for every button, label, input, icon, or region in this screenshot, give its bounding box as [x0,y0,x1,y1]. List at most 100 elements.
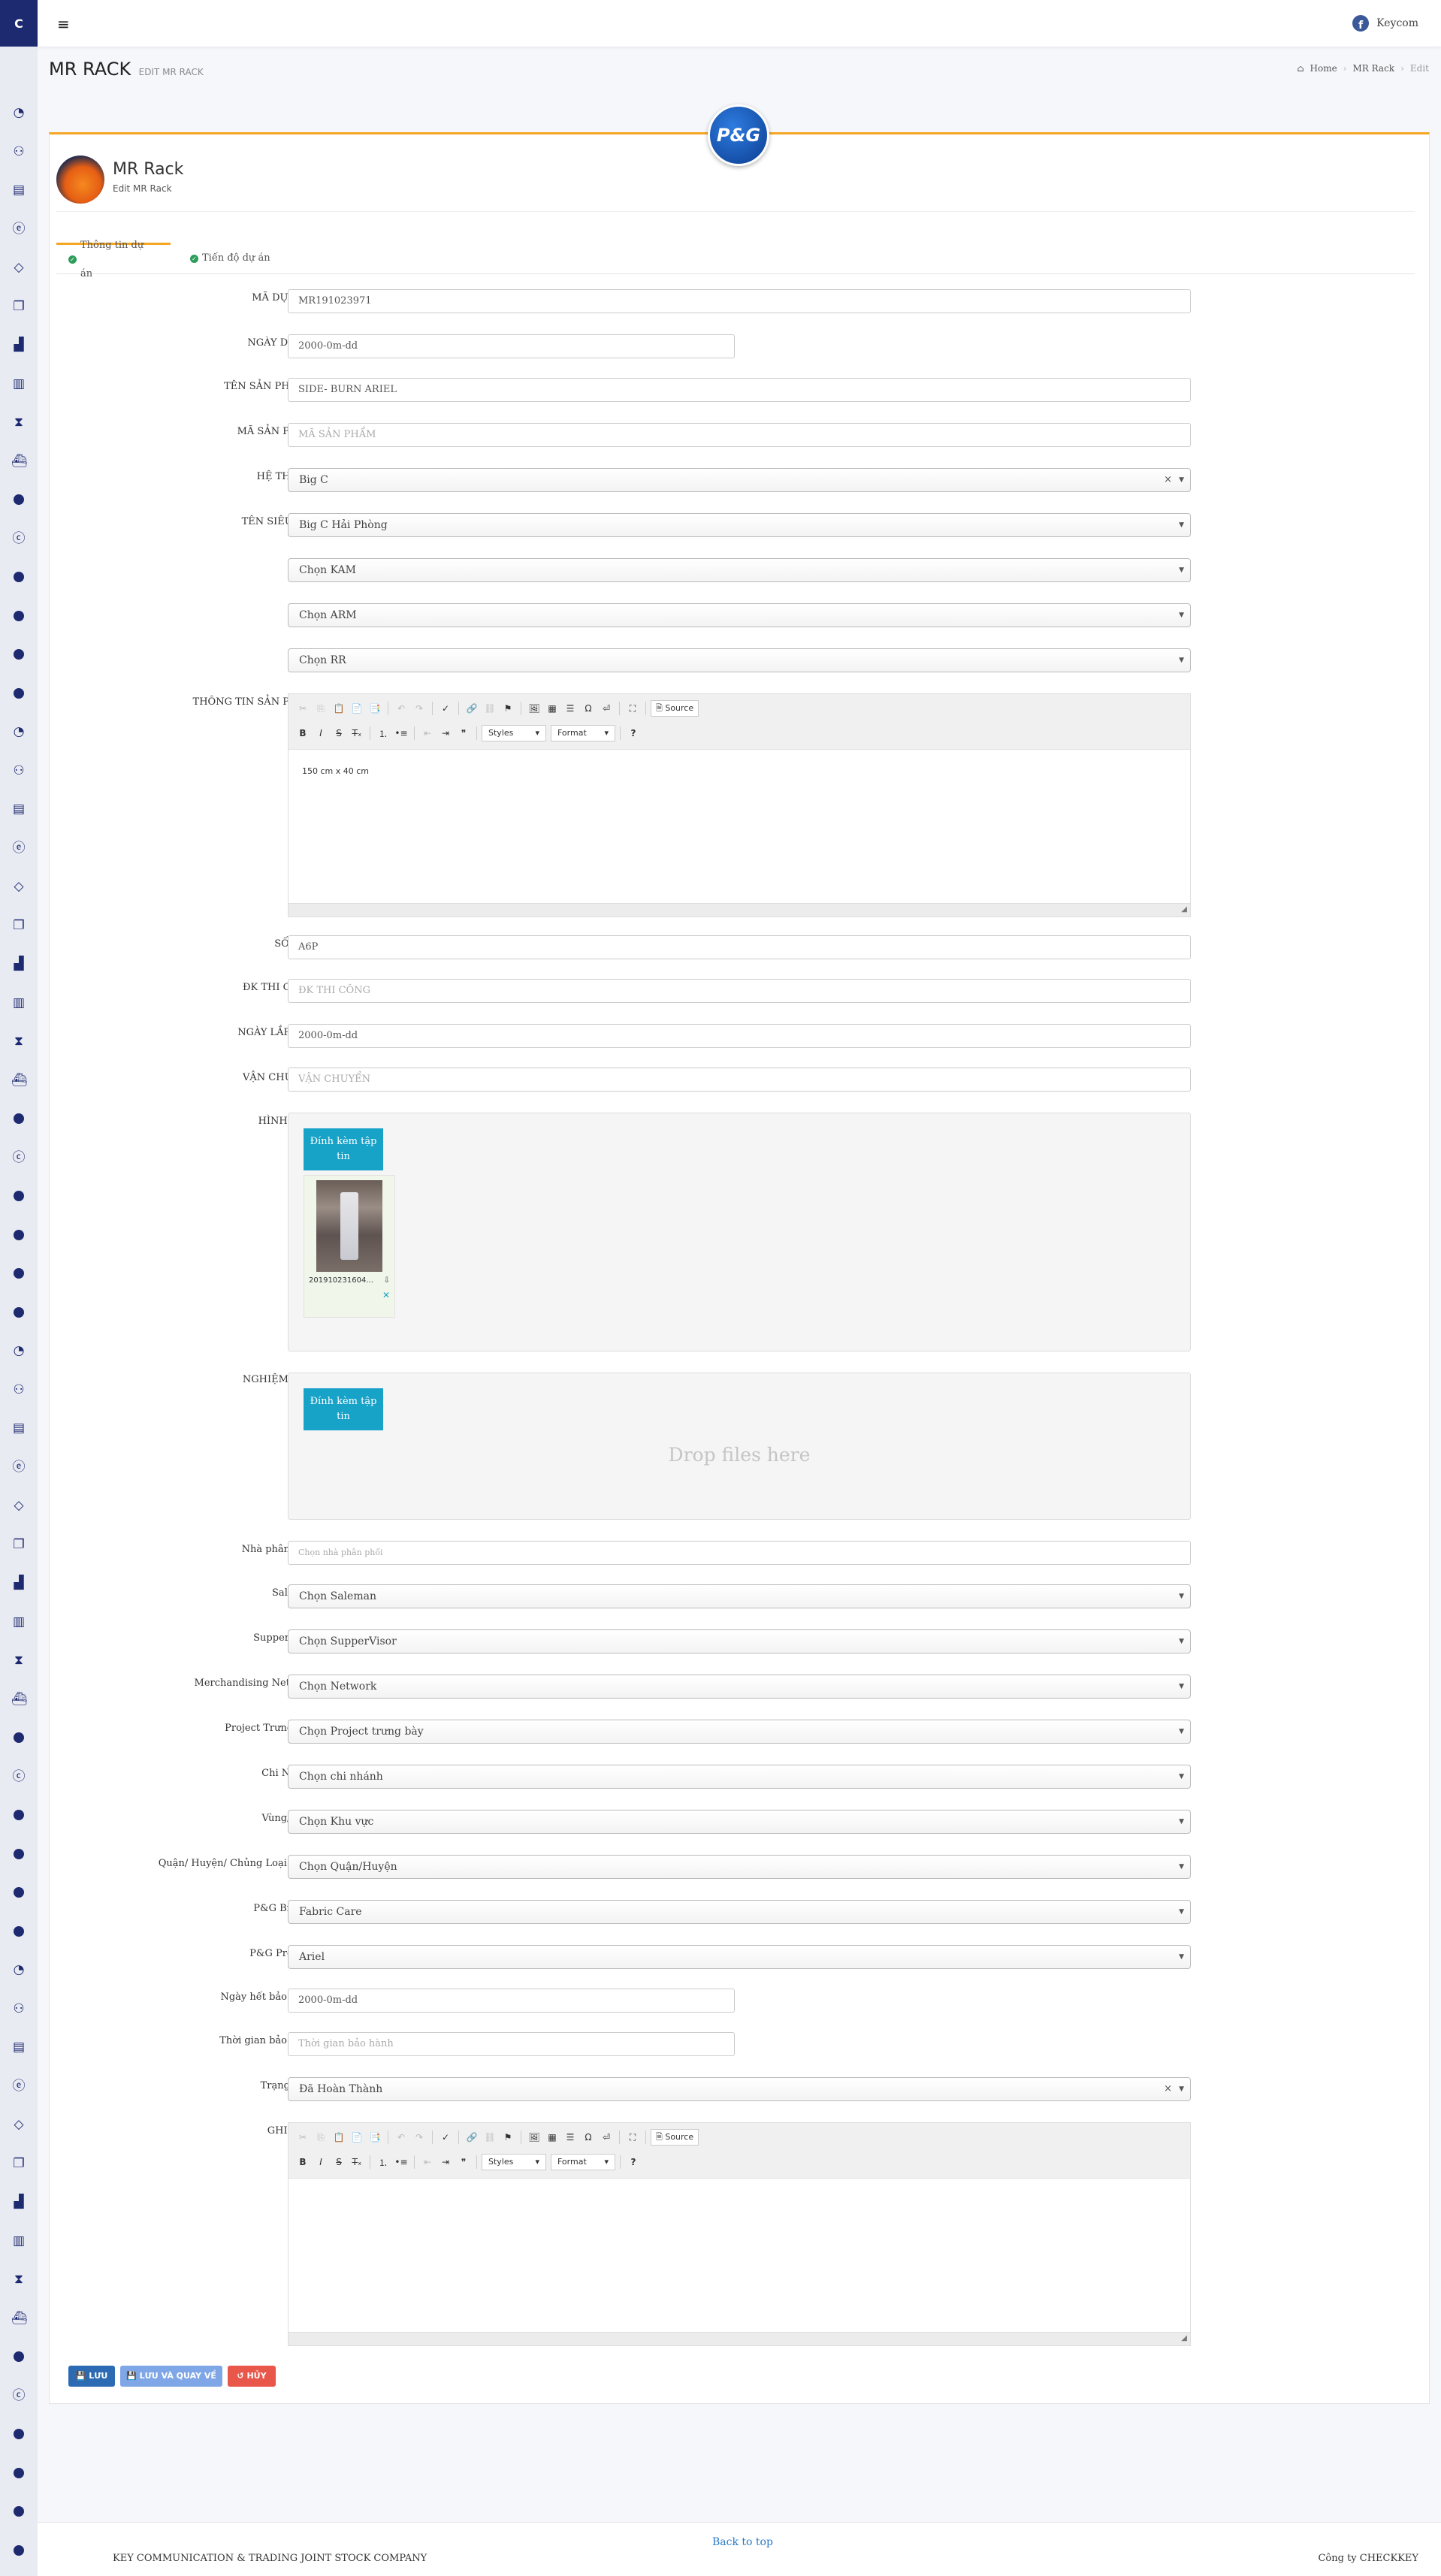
users-icon[interactable]: ⚇ [11,2001,26,2016]
circle-icon[interactable] [11,2543,26,2558]
so-po-input[interactable]: A6P [288,935,1191,959]
ngay-lap-dat-input[interactable]: 2000-0m-dd [288,1024,1191,1048]
ship-icon[interactable]: ⛴ [11,1692,28,1707]
map-icon[interactable]: ▥ [11,1614,26,1629]
clear-icon[interactable]: × [1164,469,1172,491]
outdent-icon[interactable]: ⇤ [419,725,436,741]
anchor-icon[interactable]: ⚑ [500,2129,516,2146]
circle-icon[interactable] [11,492,26,507]
breadcrumb-home[interactable]: Home [1310,63,1337,74]
copy-icon[interactable]: ⎘ [313,700,329,717]
circle-icon[interactable] [11,2466,26,2481]
help-icon[interactable]: ? [625,2154,642,2170]
indent-icon[interactable]: ⇥ [437,2154,454,2170]
attach-file-button[interactable]: Đính kèm tập tin [304,1388,383,1430]
save-and-back-button[interactable]: 💾 Lưu và quay về [120,2366,222,2387]
paste-text-icon[interactable]: 📄 [349,700,365,717]
user-menu[interactable]: f Keycom [1352,15,1418,32]
circle-icon[interactable] [11,1266,26,1281]
thong-tin-san-pham-editor[interactable]: ✂ ⎘ 📋 📄 📑 ↶ ↷ ✓ 🔗 ⛓ ⚑ 🖼 ▦ ☰ Ω ⏎ ⛶ 🗎 Sour… [288,693,1191,917]
paste-word-icon[interactable]: 📑 [367,2129,383,2146]
numbered-list-icon[interactable]: ⒈ [375,725,391,741]
diamond-icon[interactable]: ◇ [11,1498,26,1513]
strike-icon[interactable]: S [331,725,347,741]
dashboard-icon[interactable]: ◔ [11,724,26,739]
ngay-het-bao-hanh-input[interactable]: 2000-0m-dd [288,1989,735,2013]
file-thumbnail[interactable] [316,1180,382,1272]
circle-icon[interactable] [11,2504,26,2519]
diamond-icon[interactable]: ◇ [11,879,26,894]
redo-icon[interactable]: ↷ [411,700,427,717]
styles-dropdown[interactable]: Styles ▾ [482,2154,546,2170]
dashboard-icon[interactable]: ◔ [11,1343,26,1358]
save-button[interactable]: 💾 Lưu [68,2366,115,2387]
archive-icon[interactable]: ▤ [11,802,26,817]
ship-icon[interactable]: ⛴ [11,454,28,469]
source-button[interactable]: 🗎 Source [651,700,699,717]
maximize-icon[interactable]: ⛶ [624,2129,641,2146]
ship-icon[interactable]: ⛴ [11,2311,28,2326]
cut-icon[interactable]: ✂ [295,2129,311,2146]
format-dropdown[interactable]: Format ▾ [551,2154,615,2170]
tab-project-progress[interactable]: ✓ Tiến độ dự án [178,243,282,274]
quan-huyen-select[interactable]: Chọn Quận/Huyện ▼ [288,1855,1191,1879]
app-logo[interactable]: C [0,0,38,47]
nghiem-thu-dropzone[interactable]: Đính kèm tập tin Drop files here [288,1373,1191,1520]
circle-icon[interactable] [11,2427,26,2442]
circle-icon[interactable] [11,2349,26,2364]
maximize-icon[interactable]: ⛶ [624,700,641,717]
ghi-chu-editor[interactable]: ✂ ⎘ 📋 📄 📑 ↶ ↷ ✓ 🔗 ⛓ ⚑ 🖼 ▦ ☰ Ω ⏎ ⛶ 🗎 Sour… [288,2122,1191,2346]
tab-project-info[interactable]: ✓ Thông tin dự án [56,240,171,279]
unlink-icon[interactable]: ⛓ [482,700,498,717]
vung-loai-select[interactable]: Chọn Khu vực ▼ [288,1810,1191,1834]
image-icon[interactable]: 🖼 [526,2129,542,2146]
cc-icon[interactable]: ⓒ [11,2388,26,2403]
saleman-select[interactable]: Chọn Saleman ▼ [288,1584,1191,1608]
blockquote-icon[interactable]: ❞ [455,2154,472,2170]
van-chuyen-input[interactable]: VẬN CHUYỂN [288,1068,1191,1092]
italic-icon[interactable]: I [313,725,329,741]
project-select[interactable]: Chọn Project trưng bày ▼ [288,1720,1191,1744]
circle-icon[interactable] [11,1924,26,1939]
link-icon[interactable]: 🔗 [464,700,480,717]
users-icon[interactable]: ⚇ [11,144,26,159]
horizontal-line-icon[interactable]: ☰ [562,2129,579,2146]
anchor-icon[interactable]: ⚑ [500,700,516,717]
spellcheck-icon[interactable]: ✓ [437,2129,454,2146]
blockquote-icon[interactable]: ❞ [455,725,472,741]
source-button[interactable]: 🗎 Source [651,2129,699,2146]
dk-thi-cong-input[interactable]: ĐK THI CÔNG [288,979,1191,1003]
ngay-du-an-input[interactable]: 2000-0m-dd [288,334,735,358]
circle-icon[interactable] [11,1188,26,1203]
attach-file-button[interactable]: Đính kèm tập tin [304,1128,383,1170]
paste-text-icon[interactable]: 📄 [349,2129,365,2146]
breadcrumb-section[interactable]: MR Rack [1352,63,1394,74]
brands-select[interactable]: Fabric Care ▼ [288,1900,1191,1924]
strike-icon[interactable]: S [331,2154,347,2170]
ma-du-an-input[interactable]: MR191023971 [288,289,1191,313]
special-char-icon[interactable]: Ω [580,700,597,717]
ma-san-pham-input[interactable]: MÃ SẢN PHẨM [288,423,1191,447]
trang-thai-select[interactable]: Đã Hoàn Thành × ▼ [288,2077,1191,2101]
chi-nhanh-select[interactable]: Chọn chi nhánh ▼ [288,1765,1191,1789]
bulleted-list-icon[interactable]: •≡ [393,2154,409,2170]
ie-icon[interactable]: ⓔ [11,222,26,237]
kam-select[interactable]: Chọn KAM ▼ [288,558,1191,582]
indent-icon[interactable]: ⇥ [437,725,454,741]
styles-dropdown[interactable]: Styles ▾ [482,725,546,741]
editor-content[interactable]: 150 cm x 40 cm [302,766,369,776]
cc-icon[interactable]: ⓒ [11,531,26,546]
back-to-top-link[interactable]: Back to top [712,2536,773,2548]
arm-select[interactable]: Chọn ARM ▼ [288,603,1191,627]
users-icon[interactable]: ⚇ [11,763,26,778]
help-icon[interactable]: ? [625,725,642,741]
bulleted-list-icon[interactable]: •≡ [393,725,409,741]
link-icon[interactable]: 🔗 [464,2129,480,2146]
bold-icon[interactable]: B [295,725,311,741]
archive-icon[interactable]: ▤ [11,183,26,198]
table-icon[interactable]: ▦ [544,2129,560,2146]
remove-format-icon[interactable]: T̶ₓ [349,725,365,741]
undo-icon[interactable]: ↶ [393,700,409,717]
copy-icon[interactable]: ⎘ [313,2129,329,2146]
horizontal-line-icon[interactable]: ☰ [562,700,579,717]
